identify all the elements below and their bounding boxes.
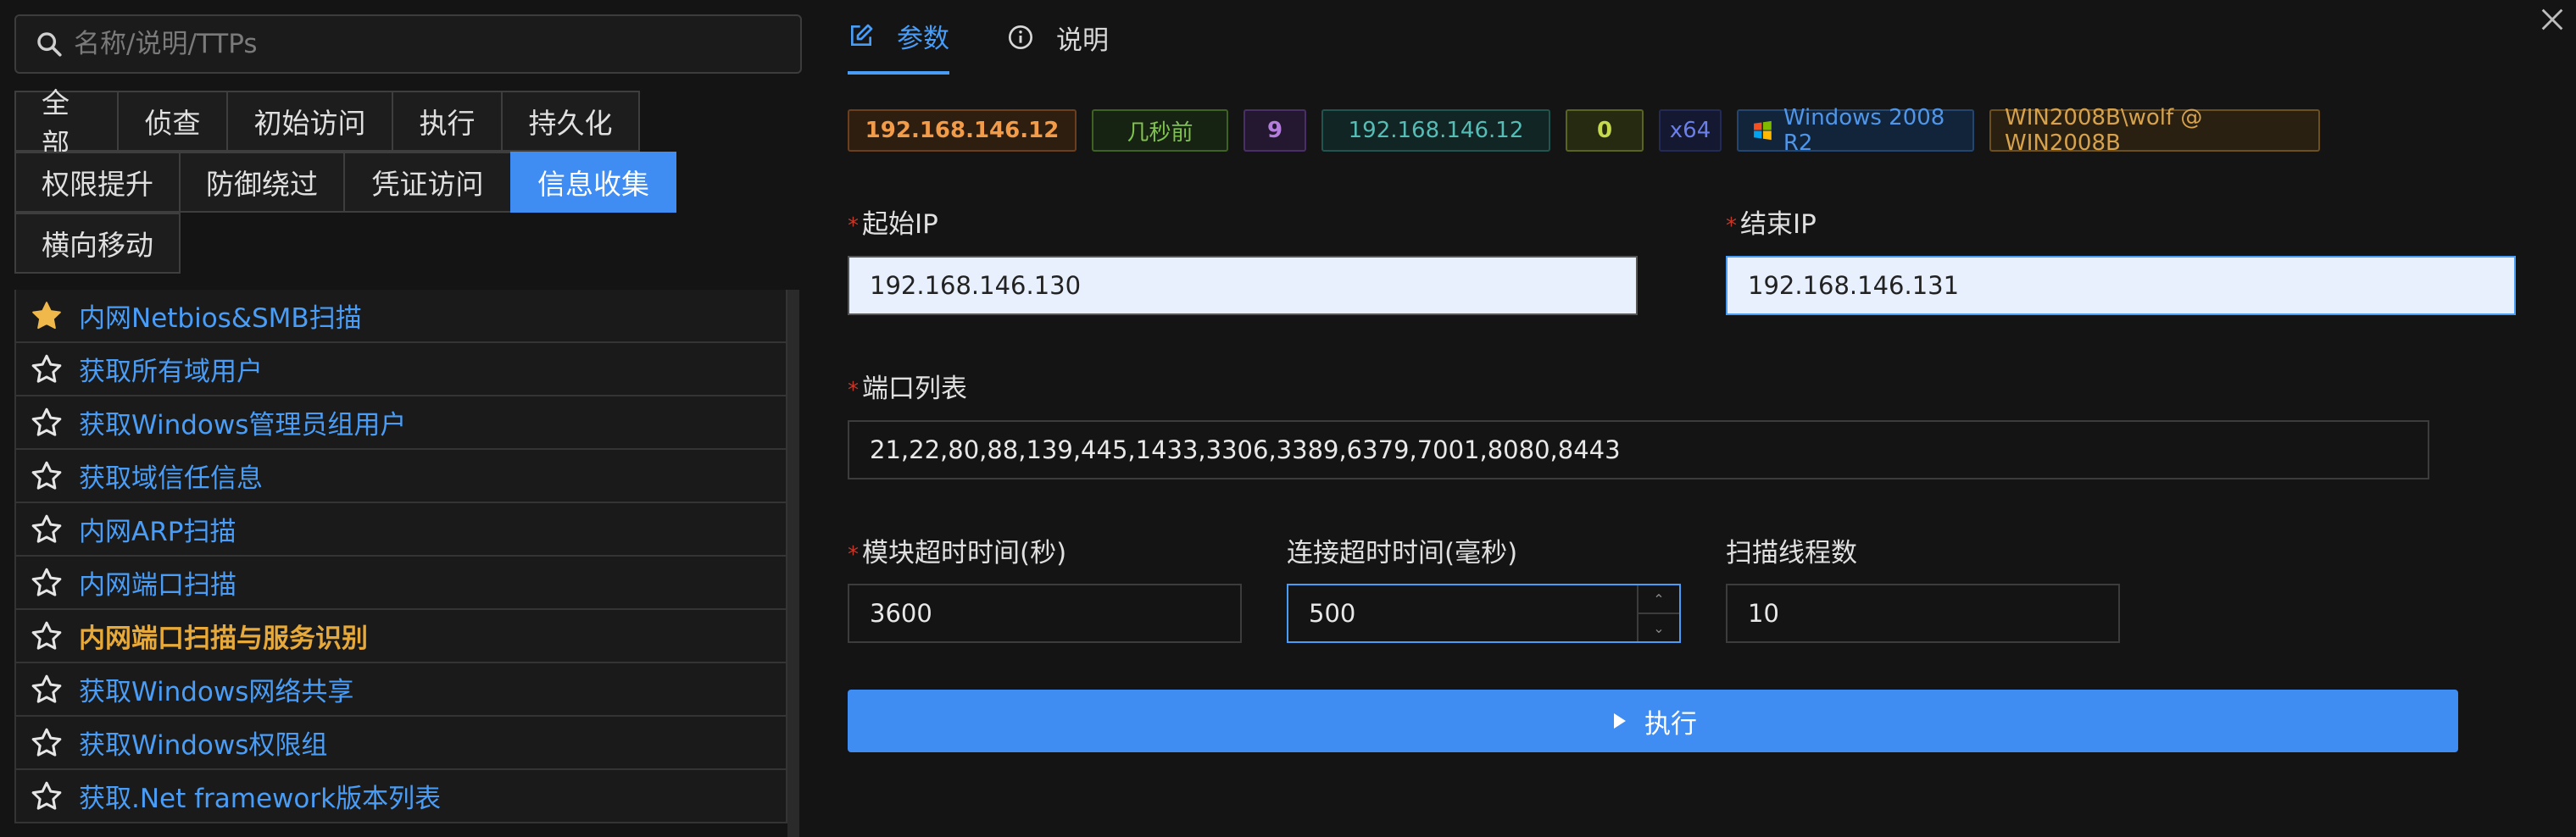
connect-timeout-label: 连接超时时间(毫秒) <box>1287 538 1518 568</box>
connect-timeout-value: 500 <box>1309 599 1356 628</box>
required-mark: * <box>848 378 859 403</box>
module-label: 内网ARP扫描 <box>79 517 236 547</box>
os-label: Windows 2008 R2 <box>1783 105 1945 156</box>
module-timeout-field[interactable]: 3600 <box>848 584 1242 643</box>
required-mark: * <box>848 213 859 239</box>
category-row-1: 全部 侦查 初始访问 执行 持久化 <box>14 86 640 160</box>
star-outline-icon[interactable] <box>30 406 64 440</box>
search-box[interactable] <box>14 14 802 74</box>
star-outline-icon[interactable] <box>30 513 64 546</box>
category-initial-access[interactable]: 初始访问 <box>226 91 393 152</box>
end-ip-label-text: 结束IP <box>1740 209 1817 240</box>
list-item[interactable]: 获取Windows权限组 <box>14 715 787 770</box>
thread-count-label: 扫描线程数 <box>1726 538 1857 568</box>
list-item[interactable]: 获取所有域用户 <box>14 341 787 396</box>
list-item[interactable]: 获取域信任信息 <box>14 448 787 503</box>
category-defense-evasion[interactable]: 防御绕过 <box>179 152 345 213</box>
category-row-2: 权限提升 防御绕过 凭证访问 信息收集 <box>14 152 676 213</box>
end-ip-label: * 结束IP <box>1726 202 1817 241</box>
session-info-bar: 192.168.146.12 几秒前 9 192.168.146.12 0 x6… <box>848 105 2320 156</box>
tab-params[interactable]: 参数 <box>848 0 949 75</box>
list-item[interactable]: 内网ARP扫描 <box>14 502 787 557</box>
category-credential-access[interactable]: 凭证访问 <box>343 152 512 213</box>
search-input[interactable] <box>72 28 750 60</box>
list-item[interactable]: 内网Netbios&SMB扫描 <box>14 290 787 343</box>
start-ip-field[interactable]: 192.168.146.130 <box>848 256 1638 315</box>
category-all[interactable]: 全部 <box>14 86 119 160</box>
category-row-3: 横向移动 <box>14 213 181 274</box>
category-persistence[interactable]: 持久化 <box>501 91 640 152</box>
star-outline-icon[interactable] <box>30 726 64 760</box>
module-label: 内网Netbios&SMB扫描 <box>79 303 362 334</box>
detail-tabs: 参数 说明 <box>848 0 1166 78</box>
module-label: 获取域信任信息 <box>79 463 263 494</box>
search-icon <box>37 32 62 57</box>
session-ip-badge: 192.168.146.12 <box>848 109 1077 152</box>
windows-logo-icon <box>1754 120 1772 141</box>
number-stepper[interactable]: ⌃ ⌄ <box>1637 585 1679 641</box>
required-mark: * <box>848 542 859 568</box>
module-label: 获取.Net framework版本列表 <box>79 784 442 814</box>
start-ip-label: * 起始IP <box>848 202 938 241</box>
tab-description[interactable]: 说明 <box>1007 0 1109 75</box>
star-outline-icon[interactable] <box>30 779 64 813</box>
category-lateral-movement[interactable]: 横向移动 <box>14 213 181 274</box>
list-item[interactable]: 获取Windows网络共享 <box>14 662 787 717</box>
end-ip-field[interactable]: 192.168.146.131 <box>1726 256 2516 315</box>
module-timeout-label-text: 模块超时时间(秒) <box>862 538 1067 568</box>
module-label: 获取Windows管理员组用户 <box>79 410 407 441</box>
info-icon <box>1009 25 1032 49</box>
category-discovery[interactable]: 信息收集 <box>510 152 676 213</box>
list-item[interactable]: 获取Windows管理员组用户 <box>14 395 787 450</box>
star-outline-icon[interactable] <box>30 619 64 653</box>
module-list-scrollbar[interactable] <box>787 290 799 837</box>
module-label: 内网端口扫描 <box>79 570 236 601</box>
stepper-up-icon[interactable]: ⌃ <box>1639 585 1679 614</box>
stepper-down-icon[interactable]: ⌄ <box>1639 614 1679 641</box>
module-list: 内网Netbios&SMB扫描 获取所有域用户 获取Windows管理员组用户 … <box>14 290 787 837</box>
pid-badge: 9 <box>1243 109 1306 152</box>
star-outline-icon[interactable] <box>30 673 64 707</box>
edit-icon <box>851 24 873 46</box>
start-ip-label-text: 起始IP <box>862 209 938 240</box>
arch-badge: x64 <box>1659 109 1722 152</box>
star-outline-icon[interactable] <box>30 566 64 600</box>
connect-timeout-field[interactable]: 500 ⌃ ⌄ <box>1287 584 1681 643</box>
port-list-label: * 端口列表 <box>848 367 967 405</box>
last-seen-badge: 几秒前 <box>1092 109 1228 152</box>
category-execution[interactable]: 执行 <box>392 91 503 152</box>
module-label: 内网端口扫描与服务识别 <box>79 624 368 654</box>
list-item[interactable]: 内网端口扫描 <box>14 555 787 610</box>
module-label: 获取所有域用户 <box>79 357 263 387</box>
port-list-field[interactable]: 21,22,80,88,139,445,1433,3306,3389,6379,… <box>848 420 2429 479</box>
star-filled-icon[interactable] <box>30 299 64 333</box>
close-icon[interactable] <box>2538 5 2567 34</box>
user-badge: WIN2008B\wolf @ WIN2008B <box>1989 105 2320 156</box>
list-item-selected[interactable]: 内网端口扫描与服务识别 <box>14 608 787 663</box>
execute-label: 执行 <box>1644 708 1697 740</box>
count-badge: 0 <box>1566 109 1644 152</box>
tab-params-label: 参数 <box>897 23 949 54</box>
port-list-label-text: 端口列表 <box>862 374 967 404</box>
module-label: 获取Windows权限组 <box>79 730 328 761</box>
category-privilege-escalation[interactable]: 权限提升 <box>14 152 181 213</box>
module-timeout-label: * 模块超时时间(秒) <box>848 531 1066 569</box>
star-outline-icon[interactable] <box>30 459 64 493</box>
os-badge: Windows 2008 R2 <box>1737 105 1974 156</box>
list-item[interactable]: 获取.Net framework版本列表 <box>14 768 787 823</box>
play-icon <box>1614 713 1626 729</box>
thread-count-field[interactable]: 10 <box>1726 584 2120 643</box>
category-recon[interactable]: 侦查 <box>117 91 228 152</box>
internal-ip-badge: 192.168.146.12 <box>1321 109 1550 152</box>
tab-description-label: 说明 <box>1056 25 1109 56</box>
module-panel: 全部 侦查 初始访问 执行 持久化 权限提升 防御绕过 凭证访问 信息收集 横向… <box>0 0 810 837</box>
execute-button[interactable]: 执行 <box>848 690 2458 752</box>
star-outline-icon[interactable] <box>30 352 64 386</box>
module-label: 获取Windows网络共享 <box>79 677 354 707</box>
required-mark: * <box>1726 213 1737 239</box>
